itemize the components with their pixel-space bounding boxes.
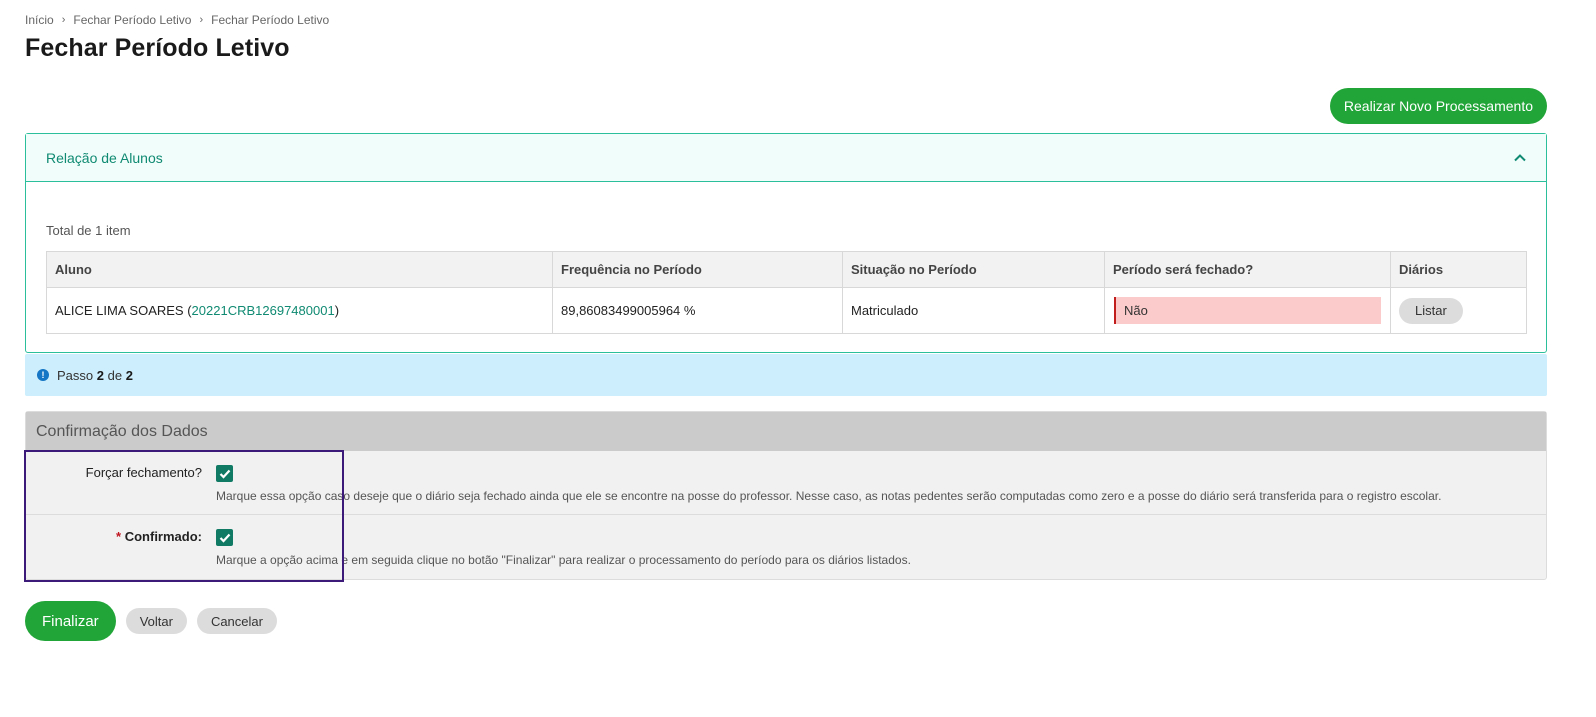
checkmark-icon — [219, 469, 230, 479]
checkmark-icon — [219, 533, 230, 543]
table-row: ALICE LIMA SOARES (20221CRB12697480001) … — [46, 287, 1527, 334]
step-prefix: Passo — [57, 367, 94, 383]
confirmation-form: Confirmação dos Dados Forçar fechamento?… — [25, 411, 1547, 580]
step-info-bar: ! Passo 2 de 2 — [25, 354, 1547, 396]
confirmation-title: Confirmação dos Dados — [26, 412, 1546, 451]
info-icon: ! — [37, 369, 49, 381]
chevron-right-icon: › — [61, 14, 66, 26]
column-header-frequency: Frequência no Período — [552, 251, 843, 288]
confirmed-checkbox[interactable] — [216, 529, 233, 546]
student-name: ALICE LIMA SOARES ( — [55, 303, 192, 318]
step-of: de — [107, 367, 123, 383]
confirmed-help: Marque a opção acima e em seguida clique… — [216, 553, 911, 567]
breadcrumb-close-period-link[interactable]: Fechar Período Letivo — [73, 13, 191, 27]
will-close-cell: Não — [1104, 287, 1391, 334]
column-header-will-close: Período será fechado? — [1104, 251, 1391, 288]
chevron-up-icon[interactable] — [1514, 152, 1526, 164]
form-actions: Finalizar Voltar Cancelar — [25, 601, 277, 641]
breadcrumb-current: Fechar Período Letivo — [211, 13, 330, 27]
confirmed-label: * Confirmado: — [116, 529, 202, 544]
students-table: Aluno Frequência no Período Situação no … — [46, 251, 1527, 334]
step-total: 2 — [125, 367, 133, 383]
breadcrumb-home-link[interactable]: Início — [25, 13, 54, 27]
confirmed-label-text: Confirmado: — [124, 529, 202, 544]
frequency-cell: 89,86083499005964 % — [552, 287, 843, 334]
chevron-right-icon: › — [199, 14, 204, 26]
cancel-button[interactable]: Cancelar — [196, 608, 277, 634]
column-header-student: Aluno — [46, 251, 553, 288]
total-items-text: Total de 1 item — [46, 223, 131, 238]
back-button[interactable]: Voltar — [125, 608, 187, 634]
new-processing-button[interactable]: Realizar Novo Processamento — [1329, 88, 1547, 124]
force-close-row: Forçar fechamento? Marque essa opção cas… — [26, 451, 1546, 515]
finish-button[interactable]: Finalizar — [25, 601, 116, 641]
column-header-situation: Situação no Período — [842, 251, 1105, 288]
confirmed-row: * Confirmado: Marque a opção acima e em … — [26, 515, 1546, 579]
students-panel-header[interactable]: Relação de Alunos — [26, 134, 1546, 182]
students-panel-title: Relação de Alunos — [46, 149, 163, 166]
step-current: 2 — [96, 367, 104, 383]
diaries-cell: Listar — [1390, 287, 1527, 334]
student-name-suffix: ) — [334, 303, 340, 318]
list-diaries-button[interactable]: Listar — [1399, 297, 1463, 324]
student-cell: ALICE LIMA SOARES (20221CRB12697480001) — [46, 287, 553, 334]
force-close-label: Forçar fechamento? — [85, 465, 202, 480]
force-close-help: Marque essa opção caso deseje que o diár… — [216, 489, 1442, 503]
status-badge: Não — [1114, 297, 1381, 324]
required-mark: * — [116, 529, 122, 544]
table-header-row: Aluno Frequência no Período Situação no … — [46, 251, 1527, 288]
situation-cell: Matriculado — [842, 287, 1105, 334]
column-header-diaries: Diários — [1390, 251, 1527, 288]
student-id-link[interactable]: 20221CRB12697480001 — [192, 303, 335, 318]
students-panel: Relação de Alunos Total de 1 item Aluno … — [25, 133, 1547, 353]
page-title: Fechar Período Letivo — [25, 34, 290, 62]
force-close-checkbox[interactable] — [216, 465, 233, 482]
breadcrumb: Início › Fechar Período Letivo › Fechar … — [25, 13, 329, 27]
